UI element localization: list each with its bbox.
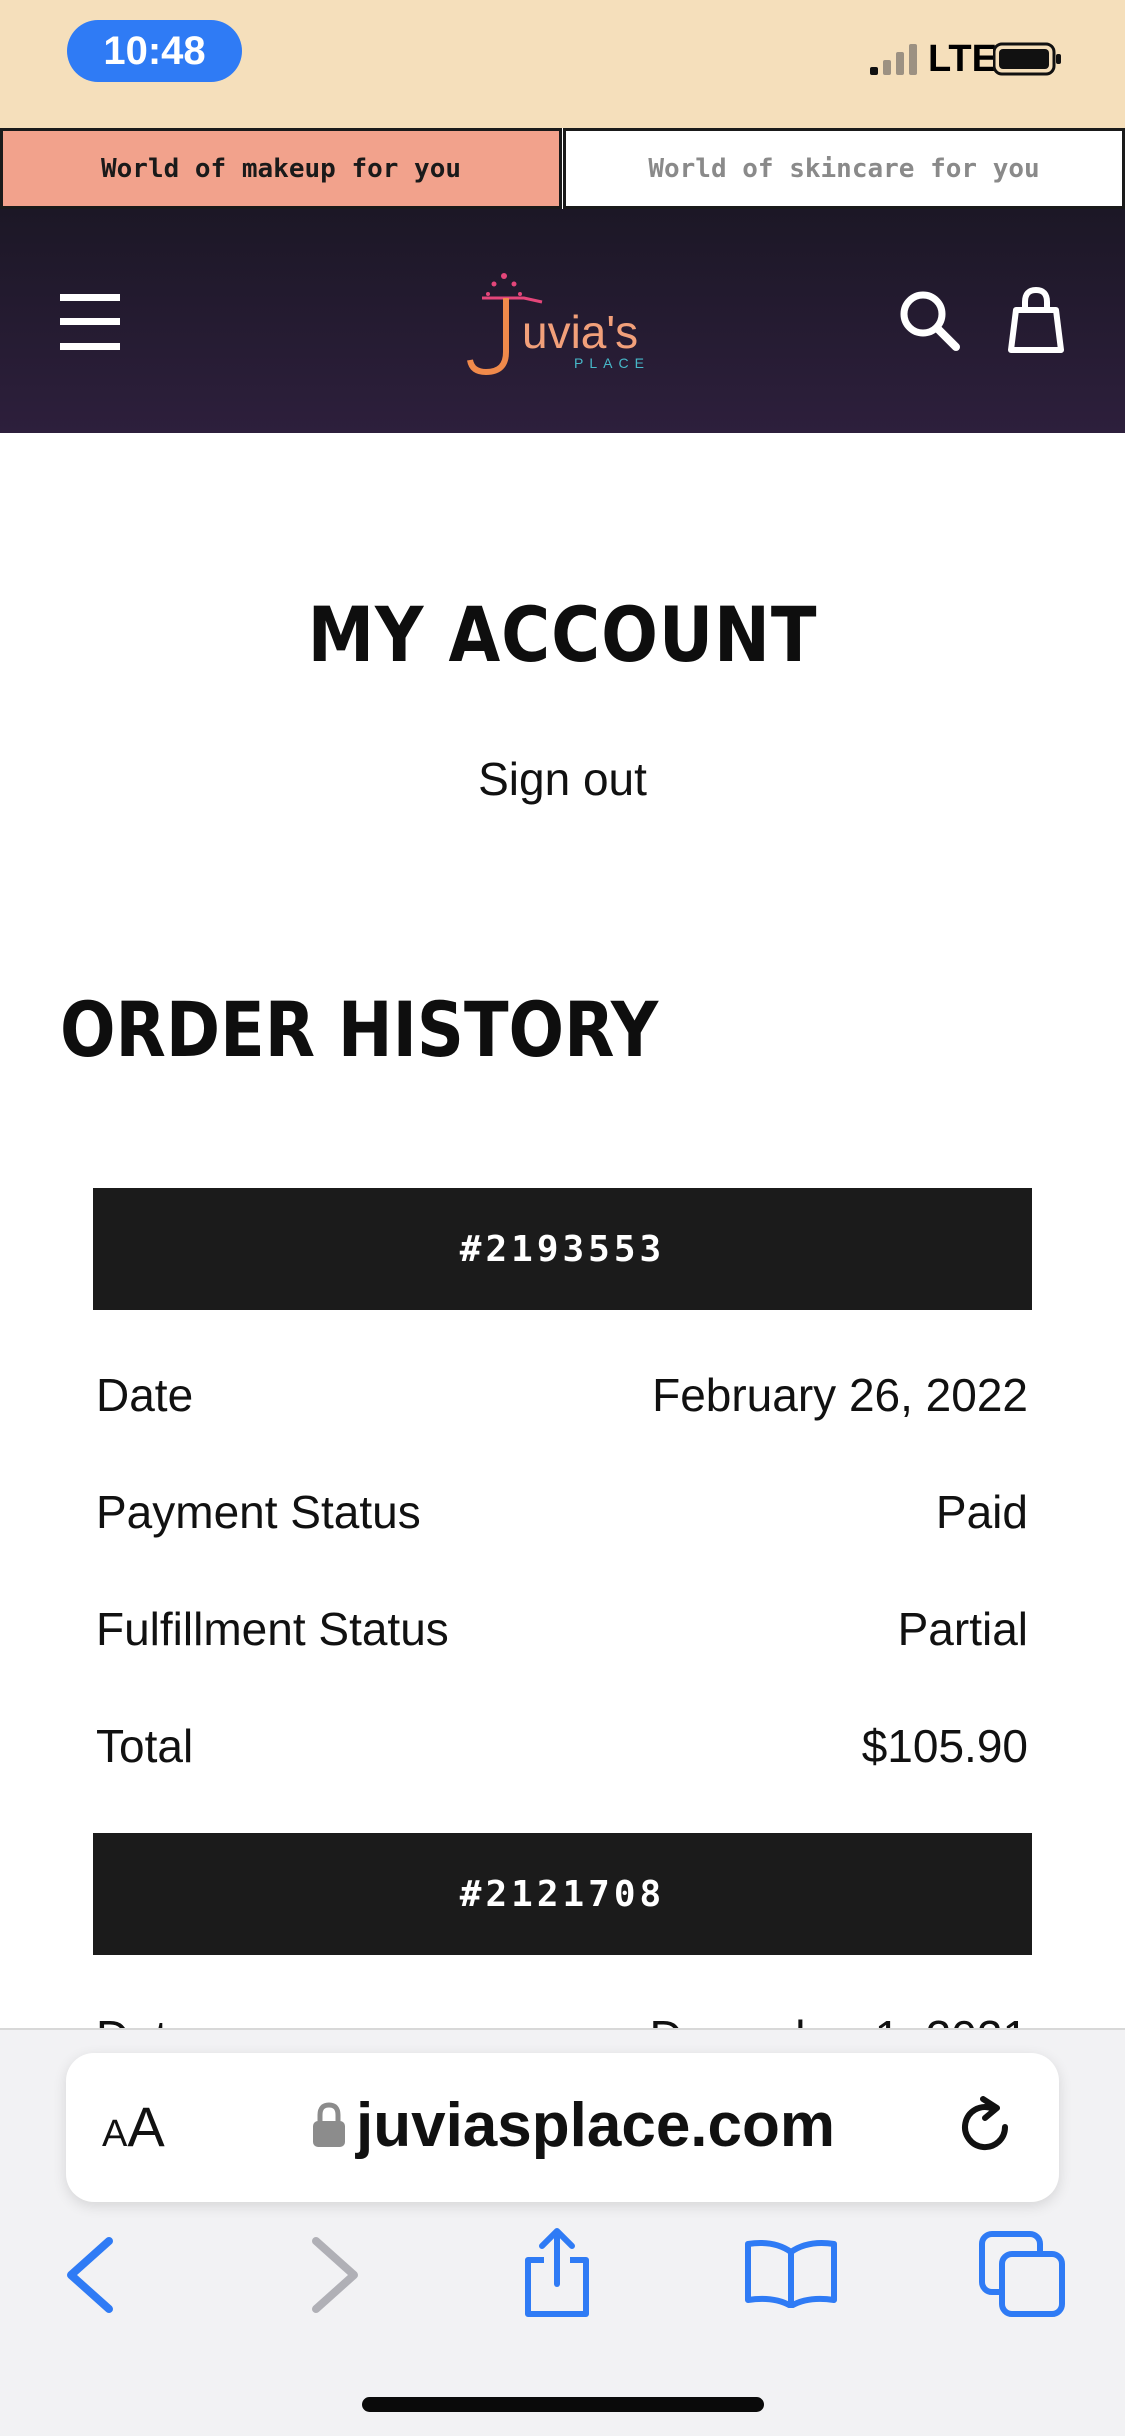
juvias-place-logo[interactable]: uvia's PLACE [462,268,662,378]
page-title: MY ACCOUNT [307,590,818,679]
home-indicator [362,2397,764,2412]
network-label: LTE [928,38,997,80]
svg-text:uvia's: uvia's [522,306,638,358]
row-value: February 26, 2022 [652,1369,1028,1421]
row-value: Paid [935,1486,1028,1538]
order-number-header[interactable]: #2193553 [93,1188,1032,1310]
row-value: December 1, 2021 [650,2010,1028,2028]
text-size-large-a: A [127,2095,165,2158]
row-label: Total [96,1720,194,1772]
reload-icon[interactable] [955,2096,1017,2158]
lock-icon [313,2102,345,2147]
world-tabs: World of makeup for you World of skincar… [0,128,1125,209]
order-number: #2193553 [459,1228,666,1270]
row-label: Date [96,2010,193,2028]
search-icon[interactable] [897,288,961,352]
tab-makeup-label: World of makeup for you [100,153,462,184]
row-label: Fulfillment Status [96,1603,449,1655]
sign-out-link[interactable]: Sign out [0,752,1125,806]
order-row-fulfillment-status: Fulfillment Status Partial [96,1602,1028,1662]
bookmarks-icon[interactable] [744,2238,838,2308]
tabs-icon[interactable] [978,2230,1066,2318]
menu-icon[interactable] [58,292,122,352]
order-row-date: Date December 1, 2021 [96,2010,1028,2028]
url-text[interactable]: juviasplace.com [356,2090,835,2161]
svg-text:PLACE: PLACE [574,355,650,371]
row-label: Date [96,1369,194,1421]
order-number-header[interactable]: #2121708 [93,1833,1032,1955]
order-row-date: Date February 26, 2022 [96,1368,1028,1428]
text-size-small-a: A [102,2113,128,2155]
order-history-heading: ORDER HISTORY [60,985,659,1074]
share-icon[interactable] [520,2226,594,2318]
tab-makeup[interactable]: World of makeup for you [0,128,562,209]
status-time: 10:48 [67,20,242,82]
cellular-signal-icon [870,44,917,75]
order-number: #2121708 [459,1873,666,1915]
forward-icon[interactable] [298,2235,368,2315]
battery-icon [993,42,1061,76]
tab-skincare[interactable]: World of skincare for you [563,128,1125,209]
text-size-button[interactable]: AA [102,2094,165,2159]
bag-icon[interactable] [1008,286,1064,354]
back-icon[interactable] [57,2235,127,2315]
order-row-total: Total $105.90 [96,1719,1028,1779]
tab-skincare-label: World of skincare for you [648,153,1040,184]
row-value: $105.90 [861,1720,1028,1772]
order-row-payment-status: Payment Status Paid [96,1485,1028,1545]
row-value: Partial [897,1603,1028,1655]
row-label: Payment Status [96,1486,421,1538]
